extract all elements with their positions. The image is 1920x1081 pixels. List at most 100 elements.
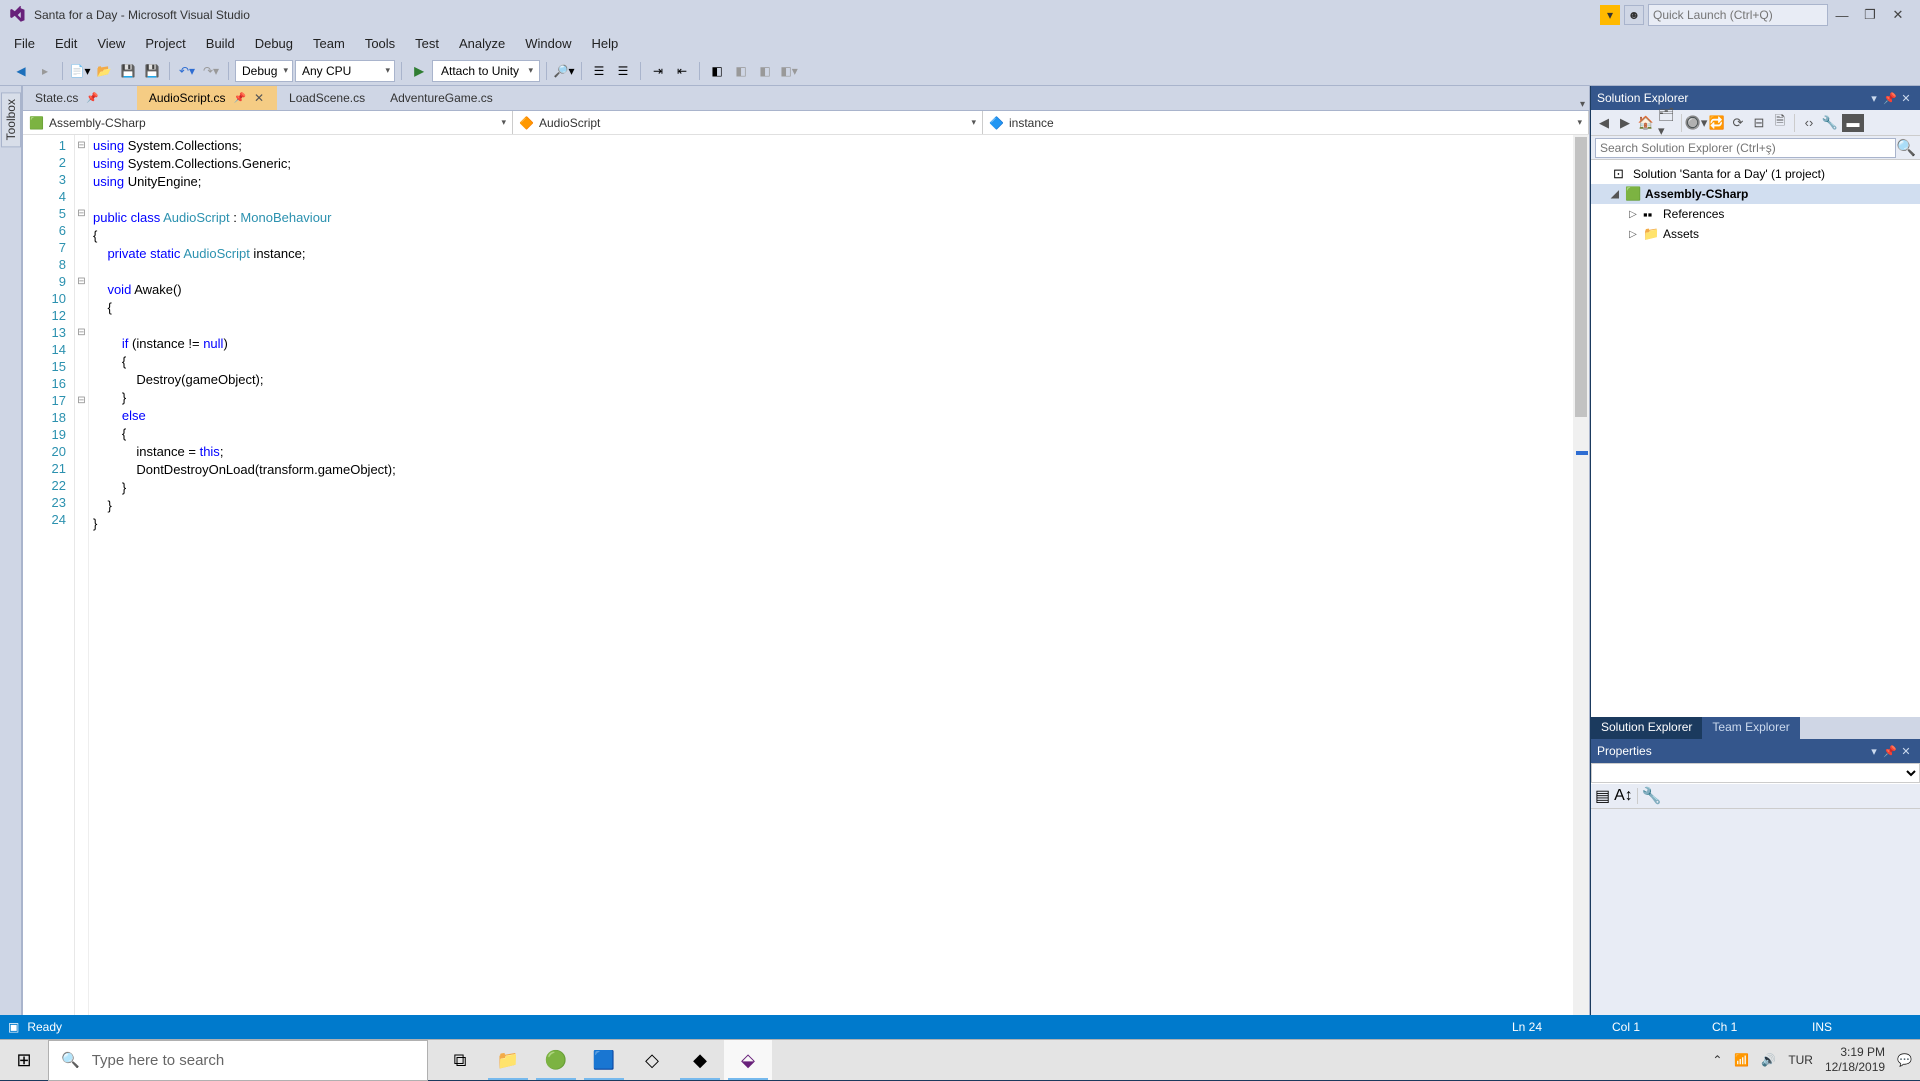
close-panel-icon[interactable]: ✕ (1898, 92, 1914, 105)
nav-member-dropdown[interactable]: 🔷instance (983, 111, 1589, 134)
tab-team-explorer[interactable]: Team Explorer (1702, 717, 1799, 739)
tab-state[interactable]: State.cs📌 (23, 86, 112, 110)
comment-button[interactable]: ☰ (588, 60, 610, 82)
save-all-button[interactable]: 💾 (141, 60, 163, 82)
taskbar-visual-studio[interactable]: ⬙ (724, 1040, 772, 1080)
windows-search-input[interactable]: 🔍 Type here to search (48, 1040, 428, 1081)
nav-fwd-button[interactable]: ▸ (34, 60, 56, 82)
tab-loadscene[interactable]: LoadScene.cs (277, 86, 378, 110)
uncomment-button[interactable]: ☰ (612, 60, 634, 82)
minimize-button[interactable]: — (1828, 4, 1856, 26)
clock[interactable]: 3:19 PM12/18/2019 (1825, 1045, 1885, 1075)
taskbar-chrome[interactable]: 🟢 (532, 1040, 580, 1080)
menu-analyze[interactable]: Analyze (449, 32, 515, 55)
tree-references-node[interactable]: ▷▪▪References (1591, 204, 1920, 224)
nav-project-dropdown[interactable]: 🟩Assembly-CSharp (23, 111, 513, 134)
pin-icon[interactable]: 📌 (1882, 745, 1898, 758)
preview-icon[interactable]: ▬ (1842, 114, 1864, 132)
pin-icon[interactable]: 📌 (234, 93, 246, 104)
new-project-button[interactable]: 📄▾ (69, 60, 91, 82)
property-pages-icon[interactable]: 🔧 (1642, 786, 1662, 806)
tray-chevron-icon[interactable]: ⌃ (1712, 1053, 1722, 1067)
fold-gutter[interactable]: ⊟⊟⊟⊟⊟ (75, 135, 89, 1038)
code-text[interactable]: using System.Collections; using System.C… (89, 135, 1589, 1038)
close-button[interactable]: ✕ (1884, 4, 1912, 26)
alphabetical-icon[interactable]: A↕ (1614, 787, 1633, 805)
toolbox-sidebar-tab[interactable]: Toolbox (0, 86, 22, 1039)
save-button[interactable]: 💾 (117, 60, 139, 82)
tree-project-node[interactable]: ◢🟩Assembly-CSharp (1591, 184, 1920, 204)
solution-explorer-header[interactable]: Solution Explorer ▾ 📌 ✕ (1591, 86, 1920, 110)
outdent-button[interactable]: ⇤ (671, 60, 693, 82)
notification-flag-icon[interactable]: ▾ (1600, 5, 1620, 25)
next-bookmark-button[interactable]: ◧ (754, 60, 776, 82)
nav-back-button[interactable]: ◀ (10, 60, 32, 82)
home-icon[interactable]: 🏠 (1637, 114, 1655, 132)
prev-bookmark-button[interactable]: ◧ (730, 60, 752, 82)
system-tray[interactable]: ⌃ 📶 🔊 TUR 3:19 PM12/18/2019 💬 (1712, 1045, 1920, 1075)
nav-type-dropdown[interactable]: 🔶AudioScript (513, 111, 983, 134)
forward-icon[interactable]: ▶ (1616, 114, 1634, 132)
properties-icon[interactable]: 🔧 (1821, 114, 1839, 132)
action-center-icon[interactable]: 💬 (1897, 1053, 1912, 1067)
menu-project[interactable]: Project (135, 32, 195, 55)
undo-button[interactable]: ↶▾ (176, 60, 198, 82)
menu-window[interactable]: Window (515, 32, 581, 55)
solution-search-input[interactable] (1595, 138, 1896, 158)
bookmark-button[interactable]: ◧ (706, 60, 728, 82)
taskbar-unity[interactable]: ◆ (676, 1040, 724, 1080)
quick-launch-input[interactable] (1648, 4, 1828, 26)
menu-file[interactable]: File (4, 32, 45, 55)
sync-icon[interactable]: 🔁 (1708, 114, 1726, 132)
pin-icon[interactable]: 📌 (1882, 92, 1898, 105)
search-icon[interactable]: 🔍 (1896, 138, 1916, 158)
language-indicator[interactable]: TUR (1788, 1053, 1813, 1067)
menu-build[interactable]: Build (196, 32, 245, 55)
menu-view[interactable]: View (87, 32, 135, 55)
solution-tree[interactable]: ⊡Solution 'Santa for a Day' (1 project) … (1591, 160, 1920, 717)
feedback-icon[interactable]: ☻ (1624, 5, 1644, 25)
tab-audio2[interactable] (112, 86, 137, 110)
maximize-button[interactable]: ❐ (1856, 4, 1884, 26)
window-options-icon[interactable]: ▾ (1866, 745, 1882, 758)
menu-team[interactable]: Team (303, 32, 355, 55)
platform-dropdown[interactable]: Any CPU (295, 60, 395, 82)
sync-scope-icon[interactable]: 🗂▾ (1658, 114, 1676, 132)
taskbar-word[interactable]: 🟦 (580, 1040, 628, 1080)
show-all-icon[interactable]: 🗎 (1771, 114, 1789, 132)
vertical-scrollbar[interactable] (1573, 135, 1589, 1022)
task-view-button[interactable]: ⧉ (436, 1040, 484, 1080)
collapse-all-icon[interactable]: ⊟ (1750, 114, 1768, 132)
properties-header[interactable]: Properties ▾ 📌 ✕ (1591, 739, 1920, 763)
attach-unity-button[interactable]: Attach to Unity (432, 60, 540, 82)
view-code-icon[interactable]: ‹› (1800, 114, 1818, 132)
find-button[interactable]: 🔎▾ (553, 60, 575, 82)
menu-edit[interactable]: Edit (45, 32, 87, 55)
tab-solution-explorer[interactable]: Solution Explorer (1591, 717, 1702, 739)
wifi-icon[interactable]: 📶 (1734, 1053, 1749, 1067)
tree-assets-node[interactable]: ▷📁Assets (1591, 224, 1920, 244)
menu-tools[interactable]: Tools (355, 32, 405, 55)
tab-adventuregame[interactable]: AdventureGame.cs (378, 86, 506, 110)
clear-bookmarks-button[interactable]: ◧▾ (778, 60, 800, 82)
taskbar-app[interactable]: ◇ (628, 1040, 676, 1080)
taskbar-explorer[interactable]: 📁 (484, 1040, 532, 1080)
menu-help[interactable]: Help (582, 32, 629, 55)
open-button[interactable]: 📂 (93, 60, 115, 82)
close-panel-icon[interactable]: ✕ (1898, 745, 1914, 758)
menu-debug[interactable]: Debug (245, 32, 303, 55)
back-icon[interactable]: ◀ (1595, 114, 1613, 132)
close-tab-icon[interactable]: ✕ (254, 91, 264, 105)
pending-changes-icon[interactable]: 🔘▾ (1687, 114, 1705, 132)
code-area[interactable]: 1234567891012131415161718192021222324 ⊟⊟… (23, 135, 1589, 1038)
properties-object-dropdown[interactable] (1591, 763, 1920, 783)
window-options-icon[interactable]: ▾ (1866, 92, 1882, 105)
menu-test[interactable]: Test (405, 32, 449, 55)
tree-solution-node[interactable]: ⊡Solution 'Santa for a Day' (1 project) (1591, 164, 1920, 184)
start-debug-button[interactable]: ▶ (408, 60, 430, 82)
refresh-icon[interactable]: ⟳ (1729, 114, 1747, 132)
tab-overflow-button[interactable]: ▾ (1580, 99, 1589, 110)
pin-icon[interactable]: 📌 (86, 93, 98, 104)
start-button[interactable]: ⊞ (0, 1040, 48, 1080)
volume-icon[interactable]: 🔊 (1761, 1053, 1776, 1067)
